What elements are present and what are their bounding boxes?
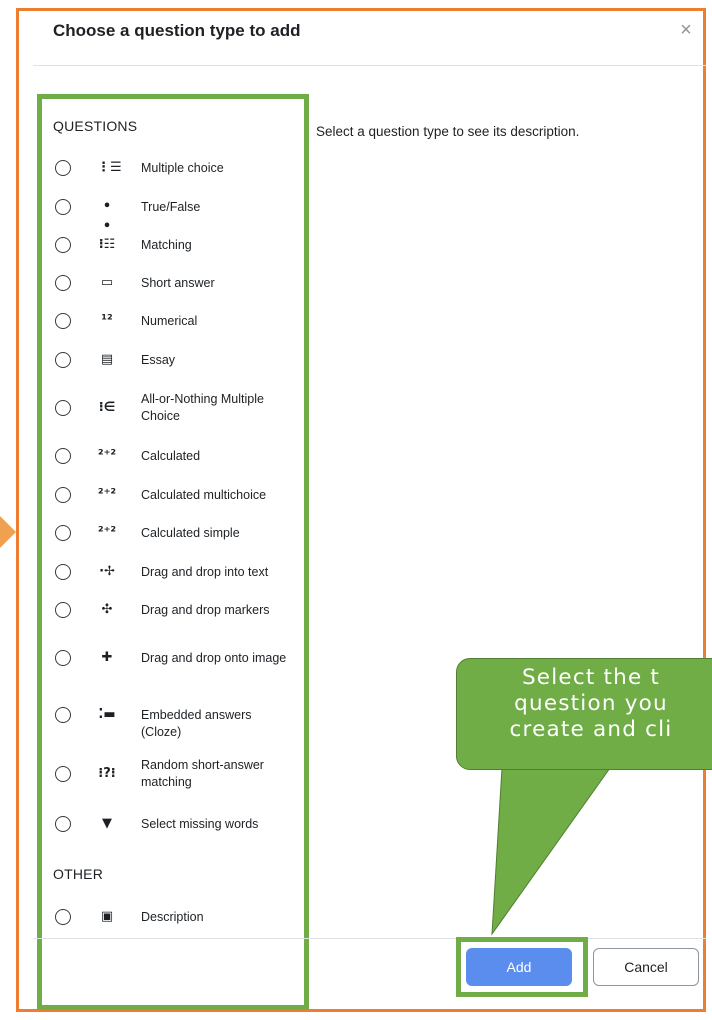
radio-button[interactable] bbox=[55, 160, 71, 176]
question-type-label: Calculated bbox=[141, 448, 201, 463]
cloze-icon: ⁚▬ bbox=[98, 707, 116, 722]
drag-drop-text-icon: ·✢ bbox=[99, 564, 115, 579]
question-type-label: True/False bbox=[141, 199, 201, 214]
question-type-label: Drag and drop markers bbox=[141, 602, 270, 617]
callout-line-2: question you bbox=[514, 691, 668, 716]
question-type-label: Random short-answer matching bbox=[141, 758, 264, 789]
cancel-button[interactable]: Cancel bbox=[593, 948, 699, 986]
radio-button[interactable] bbox=[55, 602, 71, 618]
question-type-option[interactable]: ¹² Numerical bbox=[53, 302, 293, 340]
radio-button[interactable] bbox=[55, 487, 71, 503]
radio-button[interactable] bbox=[55, 199, 71, 215]
question-type-label: Drag and drop into text bbox=[141, 564, 269, 579]
matching-icon: ⁝☷ bbox=[98, 237, 116, 252]
question-type-option[interactable]: ▼ Select missing words bbox=[53, 805, 293, 843]
question-type-label: Embedded answers (Cloze) bbox=[141, 707, 252, 739]
close-icon: × bbox=[680, 19, 692, 41]
callout-line-3: create and cli bbox=[509, 717, 673, 742]
instruction-callout: Select the t question you create and cli bbox=[456, 658, 712, 770]
random-short-answer-icon: ⁝?⁝ bbox=[98, 766, 116, 781]
question-type-option[interactable]: ⁝∈ All-or-Nothing Multiple Choice bbox=[53, 379, 293, 437]
question-type-label: Essay bbox=[141, 352, 176, 367]
radio-button[interactable] bbox=[55, 909, 71, 925]
section-heading-other: OTHER bbox=[53, 866, 103, 882]
question-type-option[interactable]: ⁝☷ Matching bbox=[53, 226, 293, 264]
question-type-option[interactable]: ✚ Drag and drop onto image bbox=[53, 629, 293, 687]
question-type-option[interactable]: ·✢ Drag and drop into text bbox=[53, 553, 293, 591]
question-type-option[interactable]: ▭ Short answer bbox=[53, 264, 293, 302]
section-heading-questions: QUESTIONS bbox=[53, 118, 138, 134]
drag-drop-markers-icon: ✣ bbox=[101, 602, 113, 617]
radio-button[interactable] bbox=[55, 816, 71, 832]
radio-button[interactable] bbox=[55, 707, 71, 723]
description-panel: Select a question type to see its descri… bbox=[316, 124, 580, 139]
calculated-icon: ²⁺² bbox=[97, 448, 117, 463]
question-type-option[interactable]: ▤ Essay bbox=[53, 341, 293, 379]
short-answer-icon: ▭ bbox=[100, 275, 114, 290]
pointer-arrow bbox=[0, 516, 16, 548]
question-type-label: Calculated multichoice bbox=[141, 487, 267, 502]
question-type-label: Description bbox=[141, 909, 204, 924]
essay-icon: ▤ bbox=[100, 352, 114, 367]
radio-button[interactable] bbox=[55, 237, 71, 253]
modal-header: Choose a question type to add × bbox=[33, 8, 706, 66]
calculated-simple-icon: ²⁺² bbox=[97, 525, 117, 540]
question-type-option[interactable]: ⋮☰ Multiple choice bbox=[53, 149, 293, 187]
question-type-option[interactable]: ²⁺² Calculated bbox=[53, 437, 293, 475]
question-type-option[interactable]: ²⁺² Calculated multichoice bbox=[53, 476, 293, 514]
callout-tail bbox=[491, 767, 611, 936]
description-icon: ▣ bbox=[100, 909, 114, 924]
question-type-label: Short answer bbox=[141, 275, 215, 290]
question-type-option[interactable]: ▣ Description bbox=[53, 898, 293, 936]
radio-button[interactable] bbox=[55, 448, 71, 464]
radio-button[interactable] bbox=[55, 352, 71, 368]
select-missing-words-icon: ▼ bbox=[102, 816, 112, 831]
question-type-label: Multiple choice bbox=[141, 160, 224, 175]
question-type-label: All-or-Nothing Multiple Choice bbox=[141, 392, 264, 423]
radio-button[interactable] bbox=[55, 525, 71, 541]
all-or-nothing-icon: ⁝∈ bbox=[98, 400, 116, 415]
question-type-label: Matching bbox=[141, 237, 192, 252]
close-button[interactable]: × bbox=[674, 18, 698, 42]
question-type-label: Calculated simple bbox=[141, 525, 240, 540]
question-type-option[interactable]: ²⁺² Calculated simple bbox=[53, 514, 293, 552]
question-type-option[interactable]: • • True/False bbox=[53, 188, 293, 234]
radio-button[interactable] bbox=[55, 400, 71, 416]
radio-button[interactable] bbox=[55, 766, 71, 782]
question-type-label: Select missing words bbox=[141, 816, 259, 831]
drag-drop-image-icon: ✚ bbox=[101, 650, 113, 665]
question-type-option[interactable]: ⁝?⁝ Random short-answer matching bbox=[53, 745, 293, 803]
true-false-icon: • • bbox=[102, 199, 112, 234]
callout-line-1: Select the t bbox=[521, 665, 661, 690]
footer-divider bbox=[33, 938, 706, 939]
radio-button[interactable] bbox=[55, 275, 71, 291]
numerical-icon: ¹² bbox=[101, 313, 113, 328]
question-type-label: Numerical bbox=[141, 313, 198, 328]
radio-button[interactable] bbox=[55, 650, 71, 666]
radio-button[interactable] bbox=[55, 564, 71, 580]
add-button[interactable]: Add bbox=[466, 948, 572, 986]
question-type-option[interactable]: ⁚▬ Embedded answers (Cloze) bbox=[53, 686, 293, 744]
question-type-option[interactable]: ✣ Drag and drop markers bbox=[53, 591, 293, 629]
question-type-label: Drag and drop onto image bbox=[141, 650, 287, 665]
radio-button[interactable] bbox=[55, 313, 71, 329]
multiple-choice-icon: ⋮☰ bbox=[97, 160, 122, 175]
modal-title: Choose a question type to add bbox=[53, 21, 301, 40]
calculated-multichoice-icon: ²⁺² bbox=[97, 487, 117, 502]
